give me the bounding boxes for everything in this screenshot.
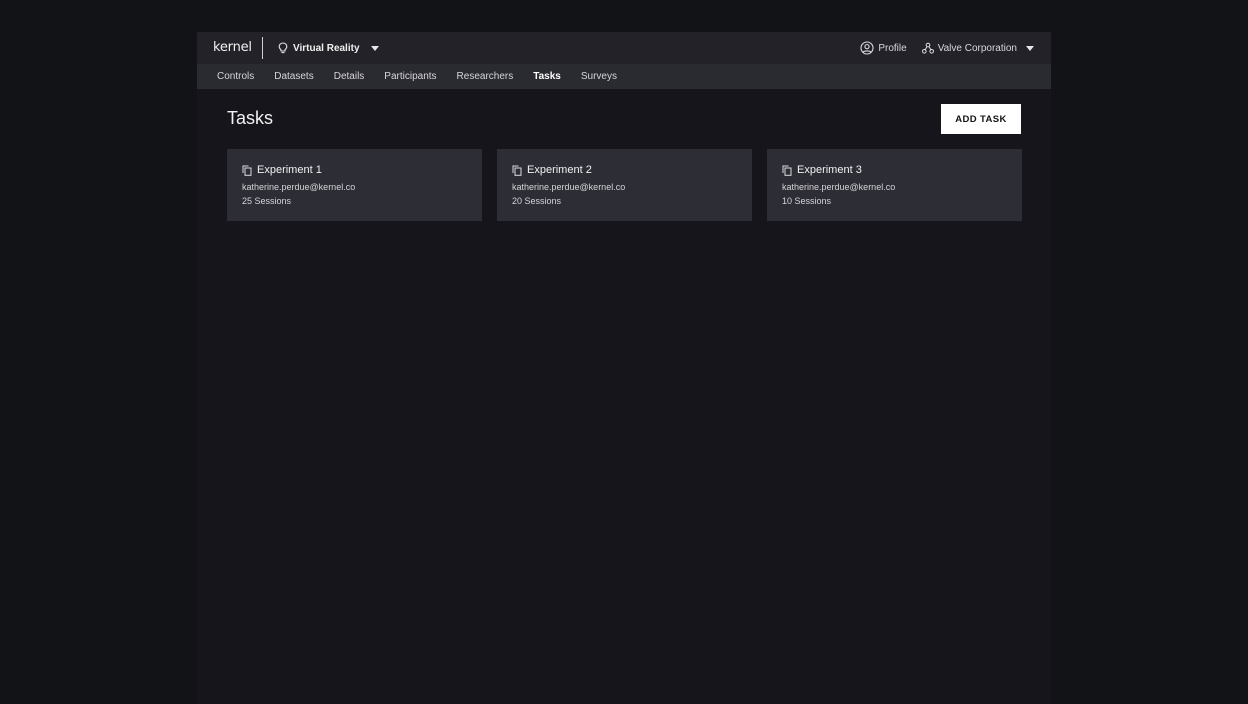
task-owner: katherine.perdue@kernel.co bbox=[242, 182, 356, 192]
copy-icon bbox=[782, 165, 792, 176]
nav-item-details[interactable]: Details bbox=[334, 71, 365, 82]
top-bar: kernel Virtual Reality Profile Valve Cor… bbox=[197, 32, 1051, 64]
organization-selector[interactable]: Valve Corporation bbox=[921, 42, 1034, 54]
section-nav: Controls Datasets Details Participants R… bbox=[197, 64, 1051, 89]
task-card[interactable]: Experiment 3 katherine.perdue@kernel.co … bbox=[767, 149, 1022, 221]
task-title: Experiment 2 bbox=[527, 164, 592, 176]
task-owner: katherine.perdue@kernel.co bbox=[512, 182, 626, 192]
project-selector[interactable]: Virtual Reality bbox=[278, 32, 379, 64]
nav-item-tasks[interactable]: Tasks bbox=[533, 71, 561, 82]
task-card[interactable]: Experiment 1 katherine.perdue@kernel.co … bbox=[227, 149, 482, 221]
task-card-header: Experiment 3 bbox=[782, 164, 1007, 176]
kernel-logo[interactable]: kernel bbox=[213, 40, 252, 55]
copy-icon bbox=[242, 165, 252, 176]
task-title: Experiment 1 bbox=[257, 164, 322, 176]
page-title: Tasks bbox=[227, 108, 274, 128]
caret-down-icon bbox=[1026, 45, 1034, 51]
lightbulb-icon bbox=[278, 42, 288, 54]
nav-item-participants[interactable]: Participants bbox=[384, 71, 436, 82]
organization-label: Valve Corporation bbox=[937, 42, 1017, 54]
task-card-header: Experiment 2 bbox=[512, 164, 737, 176]
copy-icon bbox=[512, 165, 522, 176]
task-list: Experiment 1 katherine.perdue@kernel.co … bbox=[227, 149, 1022, 221]
task-owner: katherine.perdue@kernel.co bbox=[782, 182, 896, 192]
nav-item-surveys[interactable]: Surveys bbox=[581, 71, 617, 82]
task-sessions: 20 Sessions bbox=[512, 196, 562, 206]
user-circle-icon bbox=[860, 41, 874, 55]
caret-down-icon bbox=[370, 45, 379, 51]
task-sessions: 25 Sessions bbox=[242, 196, 292, 206]
organization-icon bbox=[921, 42, 934, 54]
task-card[interactable]: Experiment 2 katherine.perdue@kernel.co … bbox=[497, 149, 752, 221]
header-divider bbox=[262, 37, 263, 59]
header-actions: Profile Valve Corporation bbox=[860, 32, 1034, 64]
app-shell: kernel Virtual Reality Profile Valve Cor… bbox=[197, 32, 1051, 704]
task-card-header: Experiment 1 bbox=[242, 164, 467, 176]
add-task-button[interactable]: ADD TASK bbox=[941, 104, 1021, 134]
nav-item-datasets[interactable]: Datasets bbox=[274, 71, 313, 82]
task-sessions: 10 Sessions bbox=[782, 196, 832, 206]
nav-item-controls[interactable]: Controls bbox=[217, 71, 254, 82]
nav-item-researchers[interactable]: Researchers bbox=[457, 71, 514, 82]
project-name: Virtual Reality bbox=[293, 42, 360, 54]
task-title: Experiment 3 bbox=[797, 164, 862, 176]
profile-link[interactable]: Profile bbox=[860, 41, 907, 55]
profile-label: Profile bbox=[878, 42, 907, 54]
